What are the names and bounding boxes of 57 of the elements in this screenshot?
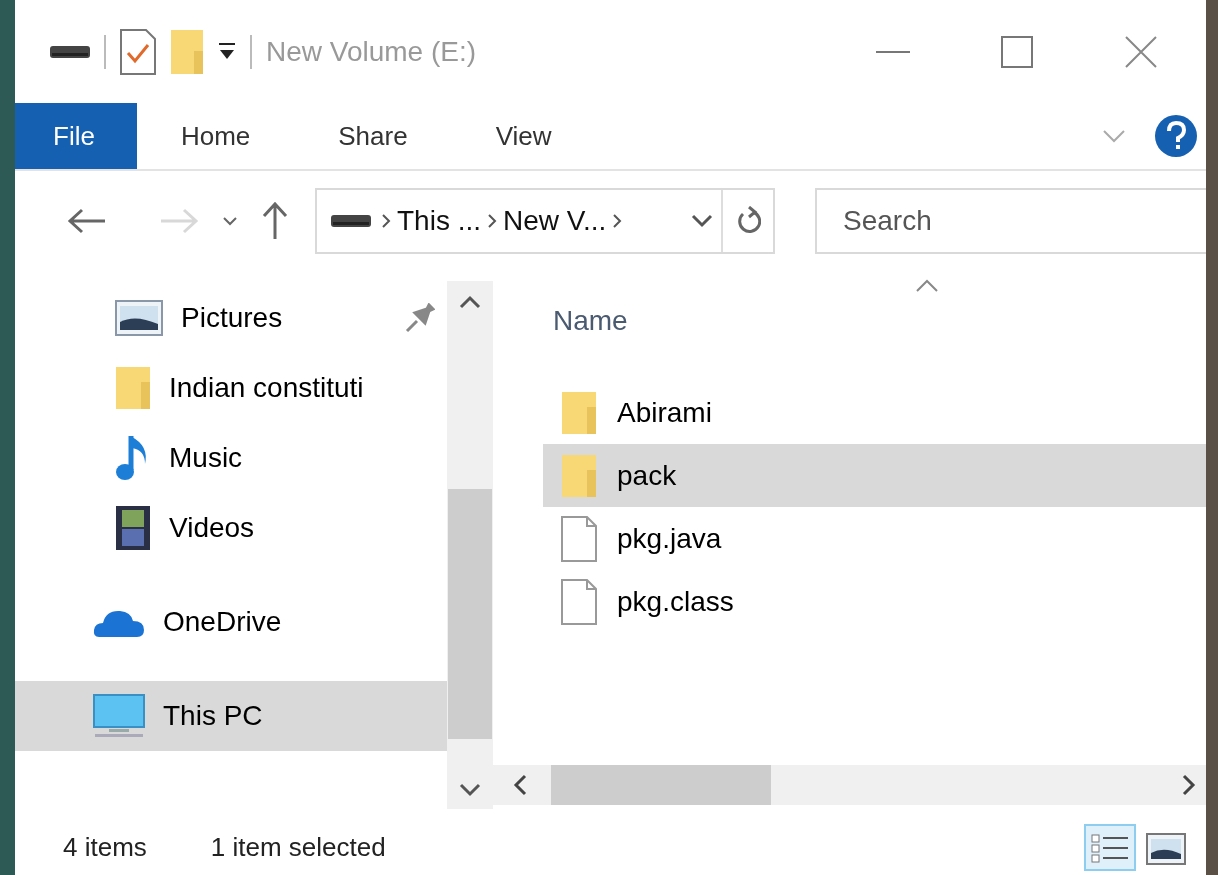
address-bar[interactable]: This ... New V... [315, 188, 775, 254]
large-icons-view-icon [1146, 832, 1186, 865]
file-item[interactable]: pack [543, 444, 1206, 507]
selection-count: 1 item selected [210, 830, 386, 864]
drive-icon [50, 43, 90, 60]
scrollbar[interactable] [447, 281, 493, 809]
scroll-thumb[interactable] [551, 765, 771, 805]
drive-icon [331, 213, 371, 229]
file-icon [561, 515, 597, 562]
file-item[interactable]: pkg.class [543, 570, 1206, 633]
file-item[interactable]: Abirami [543, 381, 1206, 444]
nav-item[interactable]: Pictures [15, 283, 447, 353]
column-header[interactable]: Name [543, 271, 1206, 371]
ribbon-tab[interactable]: File [15, 103, 137, 169]
window-title: New Volume (E:) [266, 34, 477, 69]
refresh-icon [735, 206, 761, 236]
ribbon-tab[interactable]: View [451, 103, 596, 169]
breadcrumb[interactable]: This ... [391, 200, 487, 242]
expand-ribbon-icon[interactable] [1102, 129, 1126, 143]
search-field[interactable]: Search [815, 188, 1206, 254]
breadcrumb[interactable]: New V... [497, 200, 613, 242]
ribbon-tab[interactable]: Share [294, 103, 452, 169]
nav-item[interactable]: Indian constituti [15, 353, 447, 423]
picture-icon [115, 300, 163, 336]
nav-item[interactable]: OneDrive [15, 587, 447, 657]
chevron-left-icon [513, 774, 527, 796]
chevron-right-icon [1182, 774, 1196, 796]
scrollbar[interactable] [493, 765, 1206, 805]
properties-icon[interactable] [120, 28, 156, 75]
folder-icon [561, 453, 597, 498]
scroll-thumb[interactable] [448, 489, 492, 739]
nav-item[interactable]: This PC [15, 681, 447, 751]
chevron-right-icon [612, 213, 623, 229]
ribbon-tab[interactable]: Home [136, 103, 295, 169]
computer-icon [93, 694, 145, 738]
item-count: 4 items [63, 830, 147, 864]
back-arrow-icon [67, 207, 107, 235]
maximize-icon [1001, 35, 1033, 68]
help-icon[interactable] [1154, 114, 1198, 158]
forward-arrow-icon [159, 207, 199, 235]
close-icon [1125, 35, 1157, 68]
chevron-down-icon [691, 214, 713, 228]
folder-icon [561, 390, 597, 435]
chevron-up-icon [459, 295, 481, 309]
chevron-right-icon [487, 213, 497, 229]
file-icon [561, 578, 597, 625]
folder-icon [115, 366, 151, 410]
nav-item[interactable]: Videos [15, 493, 447, 563]
view-button[interactable] [1084, 823, 1136, 871]
details-view-icon [1090, 831, 1130, 866]
chevron-down-icon [459, 783, 481, 797]
file-item[interactable]: pkg.java [543, 507, 1206, 570]
up-arrow-icon [261, 201, 289, 241]
nav-item[interactable]: Music [15, 423, 447, 493]
chevron-down-icon [223, 216, 237, 226]
film-icon [115, 505, 151, 551]
chevron-right-icon [381, 213, 391, 229]
